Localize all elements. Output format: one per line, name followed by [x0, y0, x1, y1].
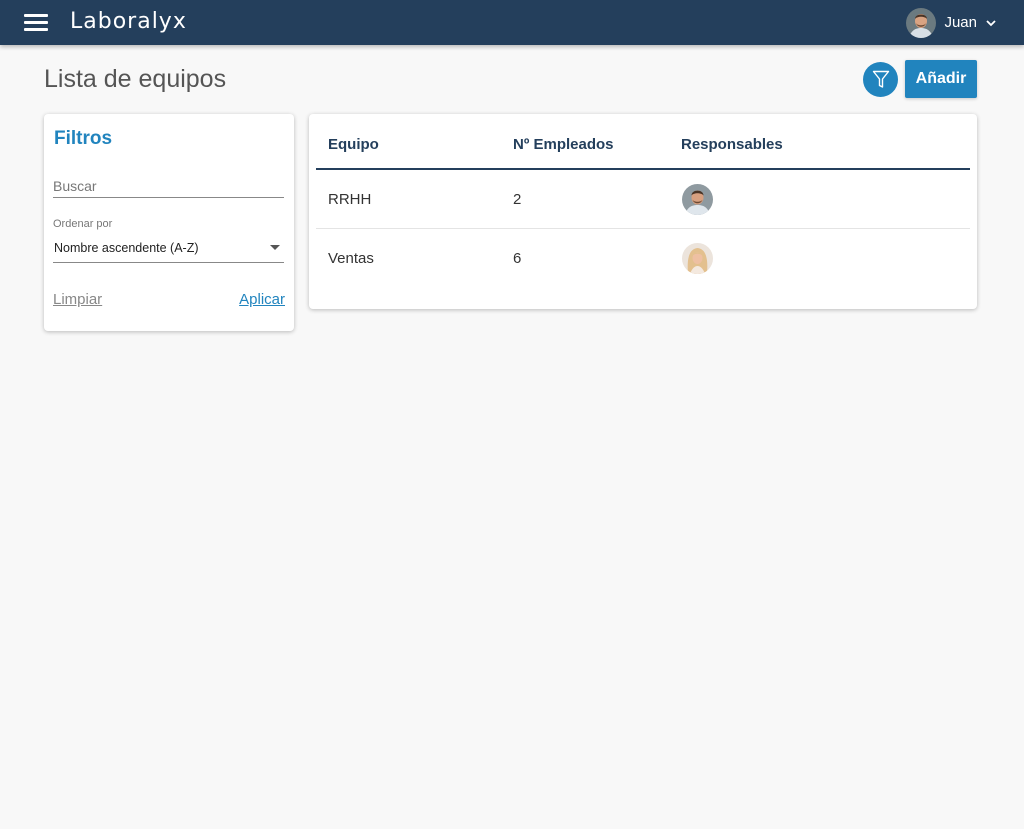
teams-table: Equipo Nº Empleados Responsables RRHH 2 …	[309, 114, 977, 309]
hamburger-menu-icon[interactable]	[24, 14, 48, 32]
filters-title: Filtros	[54, 128, 113, 149]
app-logo[interactable]: Laboralyx	[70, 9, 187, 34]
manager-avatar[interactable]	[682, 243, 713, 274]
manager-avatar[interactable]	[682, 184, 713, 215]
team-name-cell[interactable]: Ventas	[328, 250, 374, 267]
column-header-managers[interactable]: Responsables	[681, 136, 783, 153]
caret-down-icon	[270, 245, 280, 250]
filter-toggle-button[interactable]	[863, 62, 898, 97]
clear-filters-link[interactable]: Limpiar	[53, 291, 102, 308]
user-menu[interactable]: Juan	[906, 7, 996, 38]
filters-panel: Filtros Ordenar por Nombre ascendente (A…	[44, 114, 294, 331]
sort-selected-value: Nombre ascendente (A-Z)	[54, 241, 199, 255]
user-avatar	[906, 7, 937, 38]
search-input[interactable]	[53, 174, 284, 198]
filter-funnel-icon	[872, 70, 889, 88]
chevron-down-icon	[986, 19, 996, 26]
column-header-employees[interactable]: Nº Empleados	[513, 136, 614, 153]
top-app-bar: Laboralyx Juan	[0, 0, 1024, 45]
header-divider	[316, 168, 970, 170]
sort-select[interactable]: Nombre ascendente (A-Z)	[53, 237, 284, 263]
row-divider	[316, 228, 970, 229]
employee-count-cell: 2	[513, 191, 522, 208]
apply-filters-link[interactable]: Aplicar	[239, 291, 285, 308]
sort-label: Ordenar por	[53, 218, 113, 230]
team-name-cell[interactable]: RRHH	[328, 191, 371, 208]
column-header-team[interactable]: Equipo	[328, 136, 379, 153]
page-title: Lista de equipos	[44, 65, 227, 93]
employee-count-cell: 6	[513, 250, 522, 267]
add-team-button[interactable]: Añadir	[905, 60, 977, 98]
user-name: Juan	[944, 14, 977, 31]
